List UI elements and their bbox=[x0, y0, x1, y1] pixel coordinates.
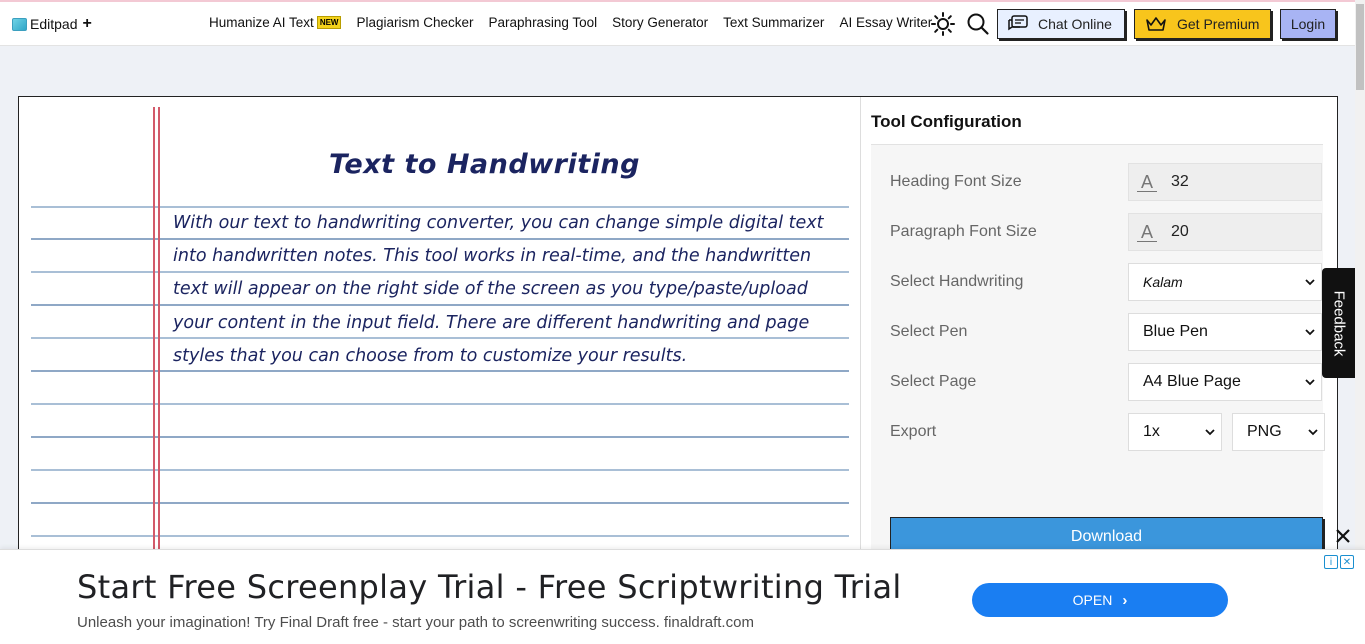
paragraph-font-size-value: 20 bbox=[1171, 223, 1189, 240]
export-scale-select[interactable]: 1x bbox=[1128, 413, 1222, 451]
heading-font-size-value: 32 bbox=[1171, 173, 1189, 190]
editpad-logo[interactable]: Editpad + bbox=[12, 15, 92, 33]
page-select-label: Select Page bbox=[890, 373, 977, 390]
handwriting-preview-paper[interactable]: Text to Handwriting With our text to han… bbox=[19, 97, 861, 565]
crown-icon bbox=[1146, 17, 1166, 31]
feedback-label: Feedback bbox=[1330, 290, 1348, 356]
top-navbar: Editpad + Humanize AI Text NEW Plagiaris… bbox=[0, 0, 1355, 46]
export-label: Export bbox=[890, 423, 937, 440]
scrollbar-thumb[interactable] bbox=[1356, 4, 1364, 90]
top-accent-line bbox=[0, 0, 1355, 2]
export-scale-value: 1x bbox=[1143, 423, 1160, 440]
paragraph-font-size-input[interactable]: A 20 bbox=[1128, 213, 1322, 251]
config-title: Tool Configuration bbox=[871, 112, 1022, 131]
chevron-down-icon bbox=[1305, 329, 1315, 336]
heading-font-size-input[interactable]: A 32 bbox=[1128, 163, 1322, 201]
nav-link-summarizer[interactable]: Text Summarizer bbox=[723, 15, 824, 30]
paragraph-font-size-label: Paragraph Font Size bbox=[890, 223, 1037, 240]
paper-margin-line bbox=[153, 107, 155, 565]
export-format-select[interactable]: PNG bbox=[1232, 413, 1325, 451]
pen-select-value: Blue Pen bbox=[1143, 323, 1208, 340]
config-options: Heading Font Size A 32 Paragraph Font Si… bbox=[871, 145, 1325, 565]
pen-select-label: Select Pen bbox=[890, 323, 968, 340]
new-badge: NEW bbox=[316, 16, 342, 29]
nav-link-humanize[interactable]: Humanize AI Text NEW bbox=[209, 15, 342, 30]
nav-link-essay[interactable]: AI Essay Writer bbox=[839, 15, 932, 30]
logo-text: Editpad bbox=[30, 16, 78, 32]
nav-link-label: Humanize AI Text bbox=[209, 15, 314, 30]
ad-open-label: OPEN bbox=[1072, 592, 1113, 608]
ad-dismiss-icon[interactable]: ✕ bbox=[1340, 555, 1354, 569]
font-size-icon: A bbox=[1137, 173, 1157, 192]
pen-select[interactable]: Blue Pen bbox=[1128, 313, 1322, 351]
chevron-down-icon bbox=[1205, 429, 1215, 436]
tool-configuration-panel: Tool Configuration Heading Font Size A 3… bbox=[861, 97, 1337, 565]
nav-links: Humanize AI Text NEW Plagiarism Checker … bbox=[209, 15, 947, 30]
font-size-icon: A bbox=[1137, 223, 1157, 242]
chevron-down-icon bbox=[1305, 379, 1315, 386]
paper-margin-line bbox=[158, 107, 160, 565]
chat-icon bbox=[1008, 15, 1028, 31]
login-button[interactable]: Login bbox=[1280, 9, 1336, 39]
ad-open-button[interactable]: OPEN › bbox=[972, 583, 1228, 617]
get-premium-label: Get Premium bbox=[1177, 16, 1260, 32]
chevron-down-icon bbox=[1308, 429, 1318, 436]
handwriting-paragraph: With our text to handwriting converter, … bbox=[173, 213, 824, 366]
theme-toggle-sun-icon[interactable] bbox=[931, 12, 955, 36]
heading-font-size-label: Heading Font Size bbox=[890, 173, 1022, 190]
search-icon[interactable] bbox=[966, 12, 990, 36]
handwriting-title: Text to Handwriting bbox=[329, 149, 640, 180]
handwriting-select-label: Select Handwriting bbox=[890, 273, 1024, 290]
ad-subtext: Unleash your imagination! Try Final Draf… bbox=[77, 614, 754, 631]
nav-link-plagiarism[interactable]: Plagiarism Checker bbox=[356, 15, 473, 30]
ad-headline[interactable]: Start Free Screenplay Trial - Free Scrip… bbox=[77, 568, 902, 606]
feedback-tab[interactable]: Feedback bbox=[1322, 268, 1356, 378]
ad-close-icon[interactable] bbox=[1334, 527, 1352, 545]
handwriting-select-value: Kalam bbox=[1143, 274, 1183, 290]
ad-banner[interactable]: Start Free Screenplay Trial - Free Scrip… bbox=[0, 549, 1365, 644]
chat-online-label: Chat Online bbox=[1038, 16, 1112, 32]
chevron-right-icon: › bbox=[1122, 591, 1128, 609]
handwriting-tool-card: Text to Handwriting With our text to han… bbox=[18, 96, 1338, 566]
handwriting-select[interactable]: Kalam bbox=[1128, 263, 1322, 301]
chevron-down-icon bbox=[1305, 279, 1315, 286]
page-select[interactable]: A4 Blue Page bbox=[1128, 363, 1322, 401]
chat-online-button[interactable]: Chat Online bbox=[997, 9, 1125, 39]
ad-choices[interactable]: i ✕ bbox=[1324, 555, 1356, 569]
page-select-value: A4 Blue Page bbox=[1143, 373, 1241, 390]
nav-link-paraphrasing[interactable]: Paraphrasing Tool bbox=[489, 15, 598, 30]
ad-info-icon[interactable]: i bbox=[1324, 555, 1338, 569]
get-premium-button[interactable]: Get Premium bbox=[1134, 9, 1271, 39]
nav-link-story[interactable]: Story Generator bbox=[612, 15, 708, 30]
page-scrollbar[interactable] bbox=[1355, 0, 1365, 644]
book-icon bbox=[12, 17, 27, 31]
export-format-value: PNG bbox=[1247, 423, 1282, 440]
plus-icon: + bbox=[82, 15, 92, 32]
